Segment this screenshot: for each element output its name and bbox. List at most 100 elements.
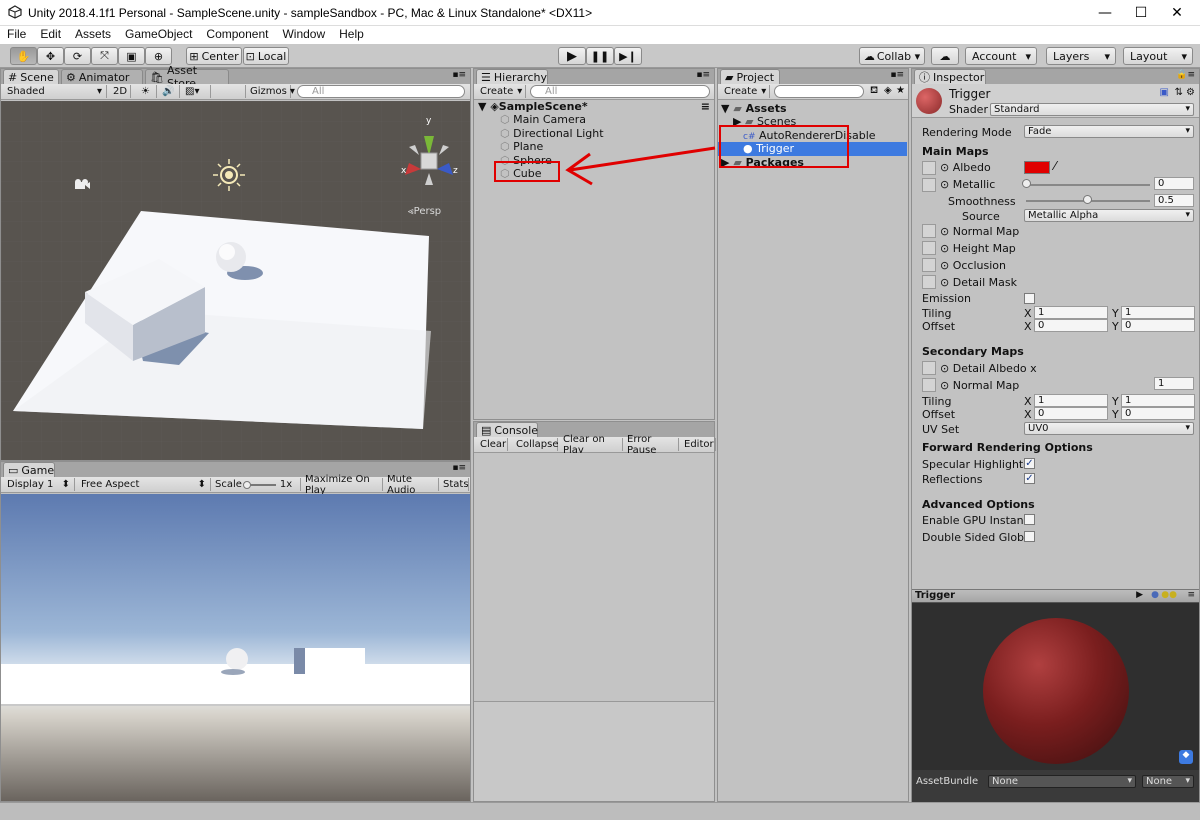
gizmos-dropdown[interactable]: Gizmos ▾ <box>245 85 295 98</box>
metallic-slider-thumb[interactable] <box>1022 179 1031 188</box>
panel-menu-icon[interactable]: ▪≡ <box>696 70 710 80</box>
albedo-color-swatch[interactable] <box>1024 161 1050 174</box>
toggle-2d-button[interactable]: 2D <box>109 85 131 98</box>
close-button[interactable]: ✕ <box>1154 0 1200 26</box>
hierarchy-search-input[interactable]: All <box>530 85 710 98</box>
tab-project[interactable]: ▰ Project <box>720 69 780 84</box>
preview-light-icon[interactable]: ●● <box>1161 590 1177 600</box>
tab-hierarchy[interactable]: ☰ Hierarchy <box>476 69 548 84</box>
assetbundle-variant-dropdown[interactable]: None <box>1142 775 1194 788</box>
filter-label-icon[interactable]: ◈ <box>884 85 892 96</box>
rotate-tool-button[interactable]: ⟳ <box>64 47 91 65</box>
metallic-slider-track[interactable] <box>1026 184 1150 186</box>
assets-folder[interactable]: ▼ ▰ Assets <box>721 102 907 115</box>
source-dropdown[interactable]: Metallic Alpha <box>1024 209 1194 222</box>
preview-sphere-icon[interactable]: ● <box>1151 590 1159 600</box>
tiling-y-field[interactable]: 1 <box>1121 306 1195 319</box>
metallic-value-field[interactable]: 0 <box>1154 177 1194 190</box>
space-local-button[interactable]: ⊡ Local <box>243 47 289 65</box>
lighting-toggle[interactable]: ☀ <box>137 85 157 98</box>
project-search-input[interactable] <box>774 85 864 98</box>
lock-icon[interactable]: 🔒≡ <box>1176 70 1195 80</box>
audio-toggle[interactable]: 🔊 <box>158 85 180 98</box>
layout-dropdown[interactable]: Layout ▾ <box>1123 47 1193 65</box>
gpu-instancing-checkbox[interactable] <box>1024 514 1035 525</box>
mute-audio-toggle[interactable]: Mute Audio <box>383 474 439 496</box>
menu-edit[interactable]: Edit <box>33 26 68 44</box>
secondary-normal-scale-field[interactable]: 1 <box>1154 377 1194 390</box>
shading-mode-dropdown[interactable]: Shaded ▾ <box>3 85 107 98</box>
metallic-texture-slot[interactable] <box>922 178 936 192</box>
rect-tool-button[interactable]: ▣ <box>118 47 145 65</box>
maximize-on-play-toggle[interactable]: Maximize On Play <box>301 474 383 496</box>
console-clear-on-play-toggle[interactable]: Clear on Play <box>559 434 623 456</box>
rendering-mode-dropdown[interactable]: Fade <box>1024 125 1194 138</box>
scale-slider[interactable]: Scale 1x <box>211 478 301 491</box>
game-viewport[interactable] <box>1 494 470 801</box>
sec-offset-y-field[interactable]: 0 <box>1121 407 1195 420</box>
tab-game[interactable]: ▭ Game <box>3 462 55 477</box>
panel-menu-icon[interactable]: ▪≡ <box>452 463 466 473</box>
console-log-area[interactable] <box>474 453 714 701</box>
panel-menu-icon[interactable]: ▪≡ <box>452 70 466 80</box>
console-editor-dropdown[interactable]: Editor <box>680 438 716 451</box>
sec-tiling-y-field[interactable]: 1 <box>1121 394 1195 407</box>
transform-tool-button[interactable]: ⊕ <box>145 47 172 65</box>
stats-toggle[interactable]: Stats <box>439 478 469 491</box>
sec-tiling-x-field[interactable]: 1 <box>1034 394 1108 407</box>
shader-dropdown[interactable]: Standard <box>990 103 1194 116</box>
project-create-dropdown[interactable]: Create ▾ <box>720 85 770 98</box>
favorite-icon[interactable]: ★ <box>896 85 905 96</box>
scene-menu-icon[interactable]: ≡ <box>701 100 710 113</box>
pause-button[interactable]: ❚❚ <box>586 47 614 65</box>
scene-search-input[interactable]: All <box>297 85 465 98</box>
collab-button[interactable]: ☁ Collab ▾ <box>859 47 925 65</box>
menu-help[interactable]: Help <box>332 26 371 44</box>
console-clear-button[interactable]: Clear <box>476 438 508 451</box>
console-detail-area[interactable] <box>474 701 714 801</box>
offset-y-field[interactable]: 0 <box>1121 319 1195 332</box>
tab-console[interactable]: ▤ Console <box>476 422 538 437</box>
double-sided-checkbox[interactable] <box>1024 531 1035 542</box>
console-collapse-toggle[interactable]: Collapse <box>512 438 559 451</box>
step-button[interactable]: ▶❙ <box>614 47 642 65</box>
scene-viewport[interactable]: y x z ⪡Persp <box>1 101 470 460</box>
emission-checkbox[interactable] <box>1024 293 1035 304</box>
settings-icon[interactable]: ⚙ <box>1186 87 1195 98</box>
menu-gameobject[interactable]: GameObject <box>118 26 199 44</box>
scale-tool-button[interactable]: ⤧ <box>91 47 118 65</box>
panel-menu-icon[interactable]: ▪≡ <box>890 70 904 80</box>
menu-file[interactable]: File <box>0 26 33 44</box>
help-icon[interactable]: ▣ <box>1160 87 1169 98</box>
effects-dropdown[interactable]: ▨▾ <box>181 85 211 98</box>
tab-asset-store[interactable]: 🛍Asset Store <box>145 64 229 90</box>
detail-albedo-slot[interactable] <box>922 361 936 375</box>
hand-tool-button[interactable]: ✋ <box>10 47 37 65</box>
preview-play-icon[interactable]: ▶ <box>1136 590 1143 600</box>
assetbundle-dropdown[interactable]: None <box>988 775 1136 788</box>
console-error-pause-toggle[interactable]: Error Pause <box>623 434 679 456</box>
menu-assets[interactable]: Assets <box>68 26 118 44</box>
list-item[interactable]: ⬡ Directional Light <box>478 127 712 140</box>
albedo-texture-slot[interactable] <box>922 161 936 175</box>
persp-label[interactable]: ⪡Persp <box>408 206 441 217</box>
normal-map-slot[interactable] <box>922 224 936 238</box>
material-preview[interactable]: Trigger ▶ ● ●● ≡ ◆ AssetBundle None None <box>912 589 1199 802</box>
pivot-center-button[interactable]: ⊞ Center <box>186 47 242 65</box>
preview-menu-icon[interactable]: ≡ <box>1187 590 1195 600</box>
list-item[interactable]: ⬡ Main Camera <box>478 113 712 126</box>
occlusion-slot[interactable] <box>922 258 936 272</box>
tab-animator[interactable]: ⚙ Animator <box>61 69 143 84</box>
layers-dropdown[interactable]: Layers ▾ <box>1046 47 1116 65</box>
tab-inspector[interactable]: ⓘ Inspector <box>914 69 986 84</box>
play-button[interactable]: ▶ <box>558 47 586 65</box>
scale-thumb[interactable] <box>242 480 251 489</box>
specular-checkbox[interactable]: ✓ <box>1024 458 1035 469</box>
menu-component[interactable]: Component <box>199 26 275 44</box>
detail-mask-slot[interactable] <box>922 275 936 289</box>
tab-scene[interactable]: # Scene <box>3 69 59 84</box>
asset-label-icon[interactable]: ◆ <box>1179 750 1193 764</box>
height-map-slot[interactable] <box>922 241 936 255</box>
reflections-checkbox[interactable]: ✓ <box>1024 473 1035 484</box>
scene-root-item[interactable]: ▼ ◈SampleScene* ≡ <box>478 100 712 113</box>
